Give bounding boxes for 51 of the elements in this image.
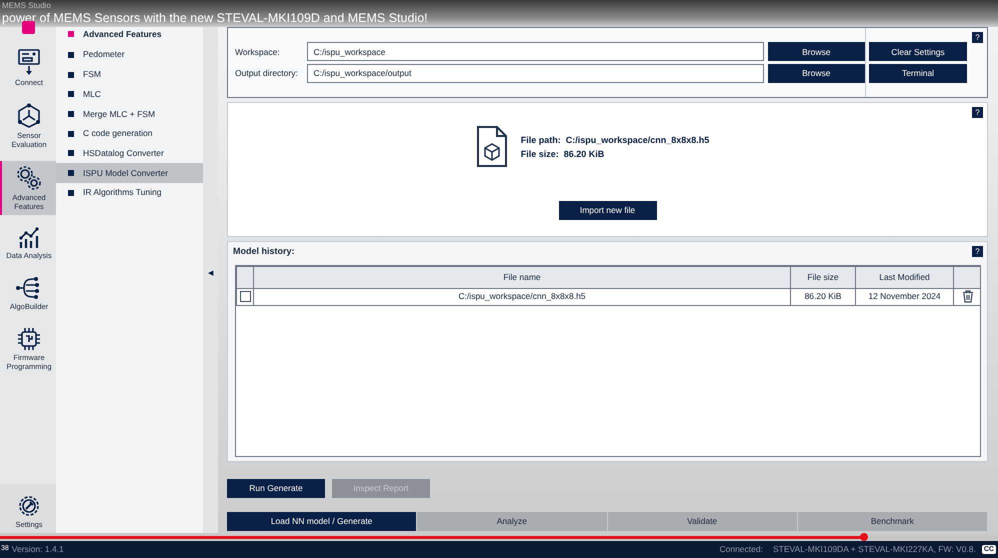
submenu-item[interactable]: MLC [56, 84, 203, 104]
submenu-title: Advanced Features [83, 28, 162, 40]
submenu-item[interactable]: FSM [56, 64, 203, 84]
bar-chart-icon [18, 227, 40, 249]
row-checkbox[interactable] [240, 291, 250, 302]
trash-icon[interactable] [962, 290, 974, 304]
table-cell: C:/ispu_workspace/cnn_8x8x8.h5 [254, 288, 790, 305]
submenu-item[interactable]: ISPU Model Converter [56, 163, 203, 183]
help-button[interactable]: ? [972, 107, 983, 118]
browse-button[interactable]: Browse [768, 42, 865, 62]
chip-icon [17, 327, 41, 351]
network-icon [17, 103, 41, 129]
tab[interactable]: Load NN model / Generate [227, 512, 418, 531]
history-title: Model history: [233, 245, 295, 258]
column-header: File size [790, 266, 856, 288]
help-button[interactable]: ? [972, 246, 983, 257]
table-cell: 12 November 2024 [856, 288, 954, 305]
file-path-text: File path: C:/ispu_workspace/cnn_8x8x8.h5 [520, 134, 710, 146]
tab[interactable]: Benchmark [798, 512, 988, 531]
submenu-item[interactable]: C code generation [56, 124, 203, 144]
tab[interactable]: Validate [608, 512, 798, 531]
action-button[interactable]: Terminal [869, 64, 967, 83]
settings-icon [17, 494, 41, 518]
submenu-item[interactable]: Pedometer [56, 45, 203, 65]
import-button[interactable]: Import new file [558, 201, 656, 220]
progress-handle[interactable] [860, 533, 868, 541]
field-label: Workspace: [235, 46, 281, 58]
gears-icon [16, 165, 42, 191]
browse-button[interactable]: Browse [768, 64, 865, 83]
connect-icon [17, 48, 41, 76]
path-field[interactable]: C:/ispu_workspace/output [306, 64, 764, 83]
submenu-item[interactable]: Merge MLC + FSM [56, 104, 203, 124]
submenu-item[interactable]: IR Algorithms Tuning [56, 182, 203, 202]
tab[interactable]: Analyze [417, 512, 608, 531]
column-header: File name [254, 266, 790, 288]
path-field[interactable]: C:/ispu_workspace [306, 42, 764, 62]
table-cell: 86.20 KiB [790, 288, 856, 305]
column-header: Last Modified [856, 266, 954, 288]
action-button[interactable]: Run Generate [227, 479, 325, 498]
field-label: Output directory: [235, 66, 299, 80]
connected-label: Connected: [719, 543, 763, 556]
header-marker [68, 31, 74, 37]
help-button[interactable]: ? [972, 32, 983, 43]
file-cube-icon [476, 125, 508, 168]
connected-devices: STEVAL-MKI109DA + STEVAL-MKI227KA, FW: V0.8. [772, 543, 976, 556]
submenu-item[interactable]: HSDatalog Converter [56, 143, 203, 164]
branch-icon [16, 276, 42, 300]
file-size-text: File size: 86.20 KiB [520, 148, 606, 160]
version-text: Version: 1.4.1 [12, 543, 64, 556]
window-title: MEMS Studio [2, 0, 52, 11]
action-button[interactable]: Clear Settings [869, 42, 967, 62]
